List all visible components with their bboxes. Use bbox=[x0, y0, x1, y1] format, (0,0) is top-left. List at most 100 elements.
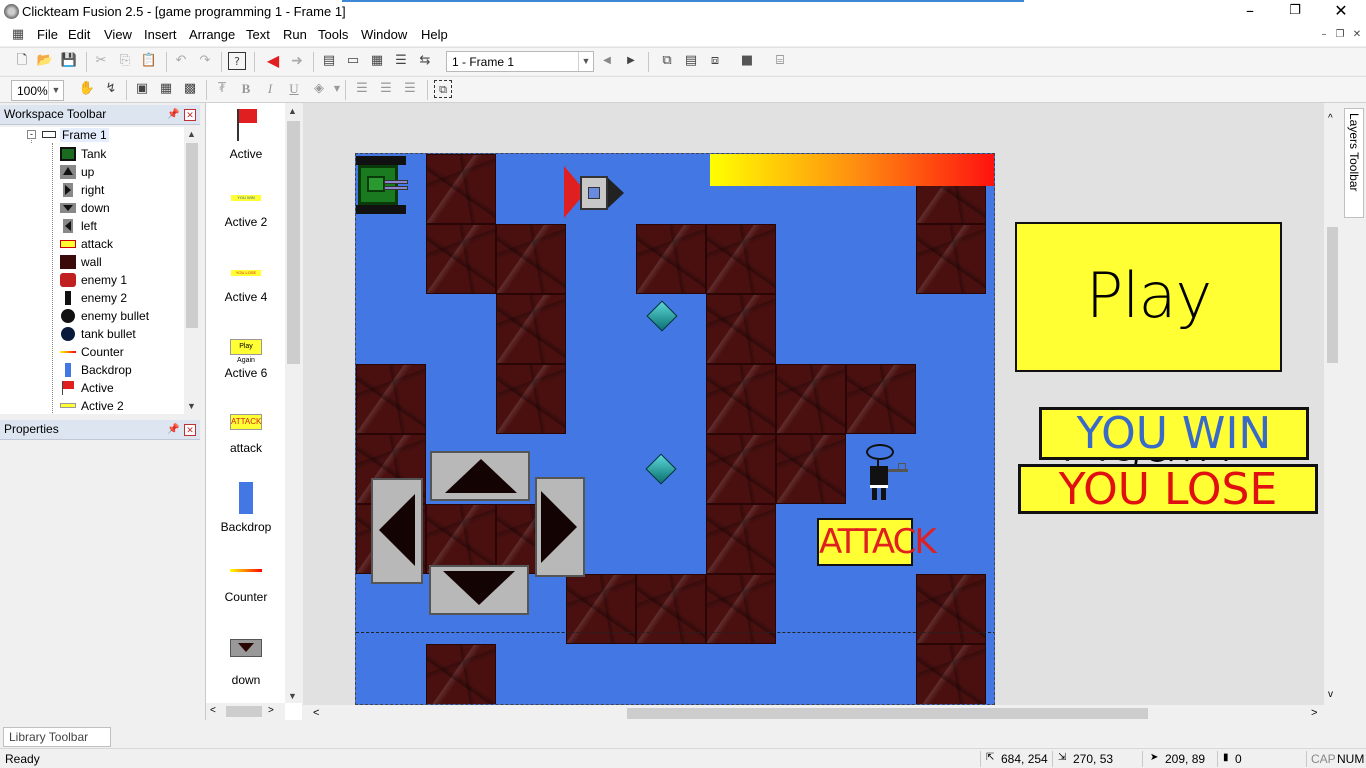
help-icon[interactable]: ? bbox=[228, 52, 246, 70]
run-project-icon[interactable]: ⧈ bbox=[706, 52, 724, 70]
menu-help[interactable]: Help bbox=[421, 27, 448, 42]
wall-tile[interactable] bbox=[496, 364, 566, 434]
tree-frame-label[interactable]: Frame 1 bbox=[60, 128, 109, 142]
library-toolbar-tab[interactable]: Library Toolbar bbox=[3, 727, 111, 747]
enemy-ship-sprite[interactable] bbox=[564, 164, 626, 222]
scroll-thumb[interactable] bbox=[627, 708, 1148, 719]
align-center-icon[interactable]: ☰ bbox=[377, 80, 395, 98]
build-icon[interactable]: ⌸ bbox=[771, 52, 789, 70]
chevron-down-icon[interactable]: ▼ bbox=[328, 80, 346, 98]
wall-tile[interactable] bbox=[706, 434, 776, 504]
zoom-select[interactable]: 100% ▼ bbox=[11, 80, 64, 101]
minimize-button[interactable]: – bbox=[1227, 0, 1273, 24]
object-counter[interactable]: Counter bbox=[206, 569, 286, 604]
menu-window[interactable]: Window bbox=[361, 27, 407, 42]
grid-setup-icon[interactable]: ▩ bbox=[181, 80, 199, 98]
you-lose-sprite[interactable]: YOU LOSE bbox=[1018, 464, 1318, 514]
run-application-icon[interactable]: ⧉ bbox=[658, 52, 676, 70]
collapse-toggle[interactable]: - bbox=[27, 130, 36, 139]
wall-tile[interactable] bbox=[706, 224, 776, 294]
chevron-down-icon[interactable]: ▼ bbox=[578, 52, 593, 71]
menu-view[interactable]: View bbox=[104, 27, 132, 42]
next-frame-icon[interactable]: ▶ bbox=[622, 52, 640, 70]
object-active-6[interactable]: Play Again Active 6 bbox=[206, 339, 286, 380]
object-hscrollbar[interactable]: < > bbox=[206, 703, 285, 720]
editor-hscrollbar[interactable]: < > bbox=[303, 705, 1341, 722]
editor-vscrollbar[interactable]: ^ v bbox=[1324, 103, 1341, 705]
wall-tile[interactable] bbox=[636, 574, 706, 644]
tree-item-enemy-2[interactable]: enemy 2 bbox=[81, 291, 127, 305]
wall-tile[interactable] bbox=[426, 154, 496, 224]
wall-tile[interactable] bbox=[566, 574, 636, 644]
grid-menu-icon[interactable]: ▦ bbox=[9, 26, 27, 44]
scroll-down-icon[interactable]: v bbox=[1328, 689, 1333, 700]
event-list-icon[interactable]: ☰ bbox=[392, 52, 410, 70]
scroll-thumb[interactable] bbox=[186, 143, 198, 328]
tree-item-active-2[interactable]: Active 2 bbox=[81, 399, 124, 413]
scroll-down-icon[interactable]: ▼ bbox=[187, 401, 196, 411]
tree-scrollbar[interactable]: ▲ ▼ bbox=[184, 127, 200, 414]
object-active-2[interactable]: YOU WIN Active 2 bbox=[206, 195, 286, 229]
wall-tile[interactable] bbox=[706, 574, 776, 644]
mdi-restore-icon[interactable]: ❐ bbox=[1331, 26, 1349, 44]
scroll-down-icon[interactable]: ▼ bbox=[288, 691, 297, 701]
grid-toggle-icon[interactable]: ▣ bbox=[133, 80, 151, 98]
tree-item-counter[interactable]: Counter bbox=[81, 345, 124, 359]
tree-item-attack[interactable]: attack bbox=[81, 237, 113, 251]
redo-icon[interactable]: ↷ bbox=[196, 52, 214, 70]
object-backdrop[interactable]: Backdrop bbox=[206, 482, 286, 534]
tree-item-down[interactable]: down bbox=[81, 201, 110, 215]
align-left-icon[interactable]: ☰ bbox=[353, 80, 371, 98]
underline-icon[interactable]: U bbox=[285, 80, 303, 98]
tree-item-up[interactable]: up bbox=[81, 165, 94, 179]
frame-editor-icon[interactable]: ▭ bbox=[344, 52, 362, 70]
wall-tile[interactable] bbox=[776, 434, 846, 504]
font-icon[interactable]: ₮ bbox=[213, 80, 231, 98]
wall-tile[interactable] bbox=[426, 644, 496, 704]
chevron-down-icon[interactable]: ▼ bbox=[48, 81, 63, 100]
object-attack[interactable]: ATTACK attack bbox=[206, 414, 286, 455]
tree-item-tank[interactable]: Tank bbox=[81, 147, 106, 161]
wall-tile[interactable] bbox=[496, 224, 566, 294]
paste-icon[interactable]: 📋 bbox=[140, 52, 158, 70]
menu-file[interactable]: File bbox=[37, 27, 58, 42]
tree-item-enemy-1[interactable]: enemy 1 bbox=[81, 273, 127, 287]
stop-icon[interactable]: ■ bbox=[738, 52, 756, 70]
wall-tile[interactable] bbox=[706, 294, 776, 364]
wall-tile[interactable] bbox=[846, 364, 916, 434]
bold-icon[interactable]: B bbox=[237, 80, 255, 98]
object-down[interactable]: down bbox=[206, 639, 286, 687]
scroll-thumb[interactable] bbox=[226, 706, 262, 717]
tree-item-wall[interactable]: wall bbox=[81, 255, 102, 269]
frame-editor[interactable]: ATTACK Play Again YOU WIN YOU LOSE ^ v bbox=[303, 103, 1341, 705]
up-button-sprite[interactable] bbox=[430, 451, 530, 501]
back-circle-icon[interactable]: ◀ bbox=[264, 52, 282, 70]
object-scrollbar[interactable]: ▲ ▼ bbox=[285, 103, 302, 703]
italic-icon[interactable]: I bbox=[261, 80, 279, 98]
right-button-sprite[interactable] bbox=[535, 477, 585, 577]
play-again-sprite[interactable]: Play Again bbox=[1015, 222, 1282, 476]
fit-frame-icon[interactable]: ⧉ bbox=[434, 80, 452, 98]
tree-item-enemy-bullet[interactable]: enemy bullet bbox=[81, 309, 149, 323]
scroll-thumb[interactable] bbox=[1327, 227, 1338, 363]
close-button[interactable]: ✕ bbox=[1318, 0, 1364, 24]
prev-frame-icon[interactable]: ◀ bbox=[598, 52, 616, 70]
tree-item-active[interactable]: Active bbox=[81, 381, 114, 395]
cut-icon[interactable]: ✂ bbox=[92, 52, 110, 70]
frame-select[interactable]: 1 - Frame 1 ▼ bbox=[446, 51, 594, 72]
pin-icon[interactable]: 📌 bbox=[167, 424, 179, 435]
scroll-up-icon[interactable]: ▲ bbox=[288, 106, 297, 116]
wall-tile[interactable] bbox=[496, 294, 566, 364]
scroll-left-icon[interactable]: < bbox=[210, 705, 216, 716]
menu-insert[interactable]: Insert bbox=[144, 27, 177, 42]
left-button-sprite[interactable] bbox=[371, 478, 423, 584]
attack-button-sprite[interactable]: ATTACK bbox=[817, 518, 937, 566]
save-icon[interactable]: 💾 bbox=[60, 52, 78, 70]
scroll-left-icon[interactable]: < bbox=[313, 707, 319, 719]
layers-toolbar-tab[interactable]: Layers Toolbar bbox=[1344, 108, 1364, 218]
scroll-right-icon[interactable]: > bbox=[268, 705, 274, 716]
tree-item-right[interactable]: right bbox=[81, 183, 104, 197]
wall-tile[interactable] bbox=[706, 504, 776, 574]
object-active-4[interactable]: YOU LOSE Active 4 bbox=[206, 270, 286, 304]
restore-button[interactable]: ❐ bbox=[1272, 0, 1318, 24]
